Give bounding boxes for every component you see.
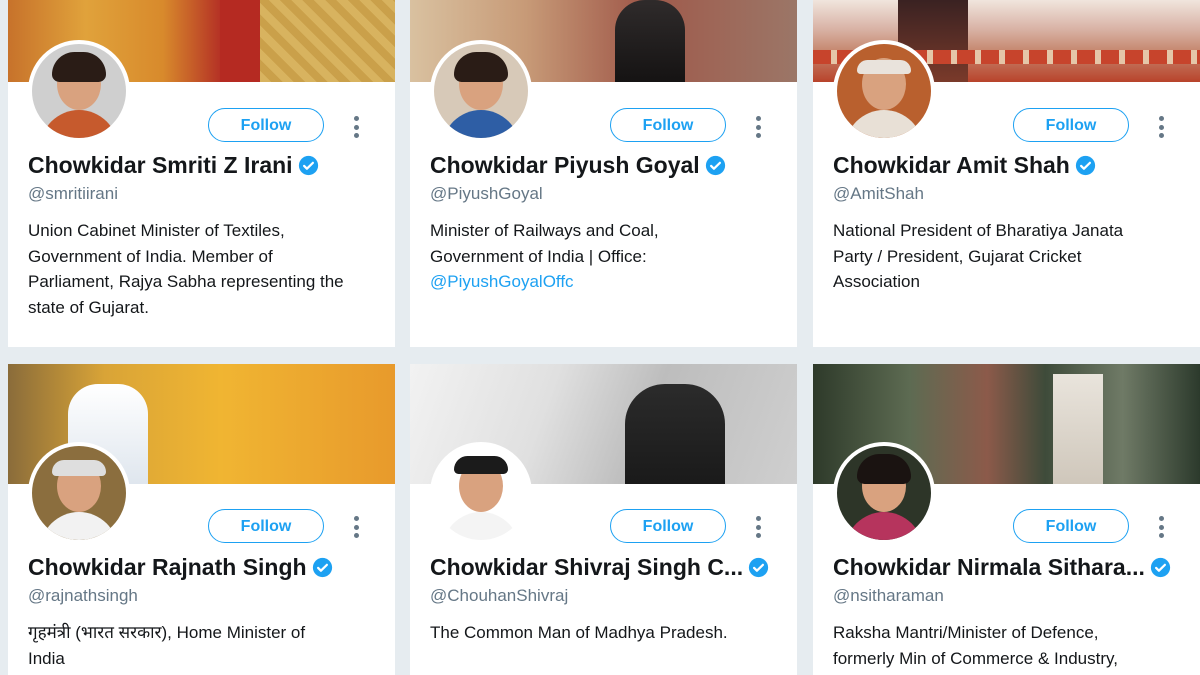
profile-card-smriti-irani[interactable]: Follow Chowkidar Smriti Z Irani @smritii…	[8, 0, 395, 347]
follow-button[interactable]: Follow	[1013, 509, 1129, 543]
bio-line: Minister of Railways and Coal,	[430, 221, 659, 240]
more-options-icon[interactable]	[350, 516, 362, 538]
profile-bio: गृहमंत्री (भारत सरकार), Home Minister of…	[28, 620, 378, 671]
profile-bio: Union Cabinet Minister of Textiles, Gove…	[28, 218, 378, 320]
profile-name-row: Chowkidar Smriti Z Irani	[28, 152, 378, 179]
bio-line: Party / President, Gujarat Cricket	[833, 246, 1082, 266]
profile-handle[interactable]: @smritiirani	[28, 184, 118, 204]
more-options-icon[interactable]	[350, 116, 362, 138]
follow-button[interactable]: Follow	[610, 108, 726, 142]
more-options-icon[interactable]	[752, 516, 764, 538]
bio-line: Parliament, Rajya Sabha representing the	[28, 272, 344, 291]
verified-badge-icon	[1150, 557, 1170, 578]
verified-badge-icon	[1075, 155, 1095, 176]
profile-bio: The Common Man of Madhya Pradesh.	[430, 620, 780, 646]
follow-button[interactable]: Follow	[208, 108, 324, 142]
profile-name[interactable]: Chowkidar Shivraj Singh C...	[430, 554, 743, 581]
profile-card-shivraj-singh-chouhan[interactable]: Follow Chowkidar Shivraj Singh C... @Cho…	[410, 364, 797, 675]
profile-handle[interactable]: @rajnathsingh	[28, 586, 138, 606]
profile-bio: Raksha Mantri/Minister of Defence, forme…	[833, 620, 1183, 671]
profile-card-rajnath-singh[interactable]: Follow Chowkidar Rajnath Singh @rajnaths…	[8, 364, 395, 675]
more-options-icon[interactable]	[1155, 116, 1167, 138]
avatar[interactable]	[28, 442, 130, 544]
profile-name[interactable]: Chowkidar Smriti Z Irani	[28, 152, 293, 179]
profile-bio: Minister of Railways and Coal, Governmen…	[430, 218, 780, 295]
verified-badge-icon	[748, 557, 769, 578]
verified-badge-icon	[312, 557, 332, 578]
verified-badge-icon	[705, 155, 725, 176]
bio-line: Government of India | Office:	[430, 246, 647, 266]
profile-card-nirmala-sitharaman[interactable]: Follow Chowkidar Nirmala Sithara... @nsi…	[813, 364, 1200, 675]
more-options-icon[interactable]	[1155, 516, 1167, 538]
bio-line: National President of Bharatiya Janata	[833, 221, 1124, 240]
avatar[interactable]	[833, 40, 935, 142]
profile-name[interactable]: Chowkidar Piyush Goyal	[430, 152, 700, 179]
profile-handle[interactable]: @nsitharaman	[833, 586, 944, 606]
profile-name-row: Chowkidar Piyush Goyal	[430, 152, 780, 179]
profile-name-row: Chowkidar Shivraj Singh C...	[430, 554, 780, 581]
bio-line: गृहमंत्री (भारत सरकार), Home Minister of	[28, 623, 306, 642]
more-options-icon[interactable]	[752, 116, 764, 138]
follow-button[interactable]: Follow	[208, 509, 324, 543]
bio-mention-link[interactable]: @PiyushGoyalOffc	[430, 269, 780, 295]
bio-line: Union Cabinet Minister of Textiles,	[28, 221, 285, 240]
bio-line: Government of India. Member of	[28, 246, 273, 266]
bio-line: The Common Man of Madhya Pradesh.	[430, 623, 728, 642]
bio-line: India	[28, 648, 65, 668]
follow-button[interactable]: Follow	[1013, 108, 1129, 142]
profile-name[interactable]: Chowkidar Nirmala Sithara...	[833, 554, 1145, 581]
avatar[interactable]	[833, 442, 935, 544]
profile-name[interactable]: Chowkidar Rajnath Singh	[28, 554, 307, 581]
profile-handle[interactable]: @ChouhanShivraj	[430, 586, 568, 606]
avatar[interactable]	[430, 442, 532, 544]
bio-line: Raksha Mantri/Minister of Defence,	[833, 623, 1099, 642]
verified-badge-icon	[298, 155, 318, 176]
profile-card-amit-shah[interactable]: Follow Chowkidar Amit Shah @AmitShah Nat…	[813, 0, 1200, 347]
bio-line: formerly Min of Commerce & Industry,	[833, 648, 1118, 668]
bio-line: state of Gujarat.	[28, 297, 149, 317]
profile-name-row: Chowkidar Amit Shah	[833, 152, 1183, 179]
bio-line: Association	[833, 272, 920, 291]
profile-card-piyush-goyal[interactable]: Follow Chowkidar Piyush Goyal @PiyushGoy…	[410, 0, 797, 347]
profile-handle[interactable]: @PiyushGoyal	[430, 184, 543, 204]
follow-button[interactable]: Follow	[610, 509, 726, 543]
profile-name-row: Chowkidar Rajnath Singh	[28, 554, 378, 581]
profile-name-row: Chowkidar Nirmala Sithara...	[833, 554, 1183, 581]
avatar[interactable]	[430, 40, 532, 142]
profile-bio: National President of Bharatiya Janata P…	[833, 218, 1183, 295]
profile-name[interactable]: Chowkidar Amit Shah	[833, 152, 1070, 179]
profile-handle[interactable]: @AmitShah	[833, 184, 924, 204]
avatar[interactable]	[28, 40, 130, 142]
